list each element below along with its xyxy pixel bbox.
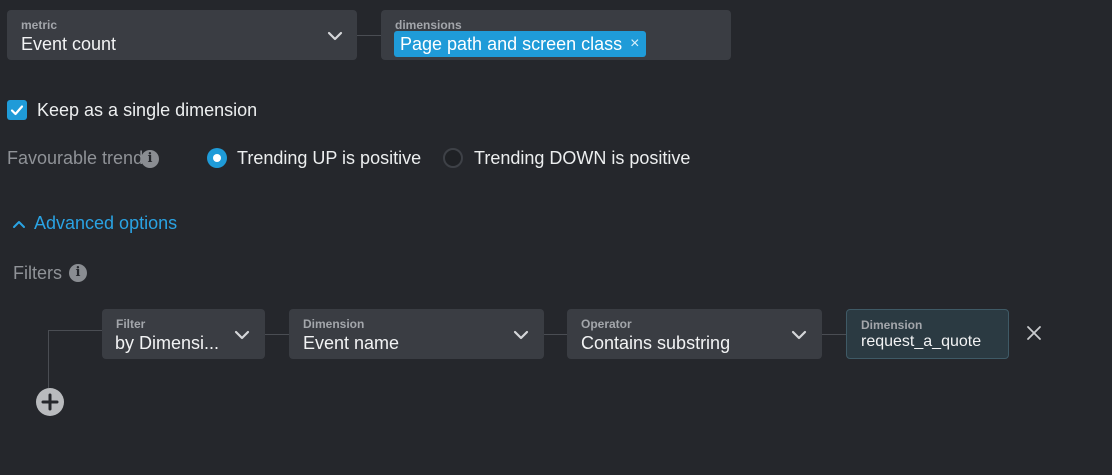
add-filter-button[interactable]: [36, 388, 64, 416]
filter-operator-label: Operator: [581, 317, 632, 331]
filter-type-value: by Dimensi...: [115, 333, 220, 353]
chevron-down-icon: [513, 330, 529, 340]
close-icon[interactable]: [1026, 325, 1042, 341]
chip-remove-icon[interactable]: ×: [630, 35, 639, 53]
filter-dimension-label: Dimension: [303, 317, 365, 331]
keep-single-label[interactable]: Keep as a single dimension: [37, 100, 257, 121]
plus-icon: [41, 393, 59, 411]
chevron-down-icon: [791, 330, 807, 340]
connector-line: [822, 334, 846, 335]
trend-up-radio[interactable]: [207, 148, 227, 168]
chevron-down-icon: [234, 330, 250, 340]
filter-type-dropdown[interactable]: Filter by Dimensi...: [102, 309, 265, 359]
filter-tree-vertical: [48, 330, 49, 388]
dimension-chip-label: Page path and screen class: [400, 33, 623, 54]
filter-type-label: Filter: [116, 317, 146, 331]
chevron-up-icon: [13, 221, 25, 228]
advanced-options-label: Advanced options: [34, 213, 178, 233]
trend-up-label[interactable]: Trending UP is positive: [237, 148, 421, 169]
filter-value-label: Dimension: [861, 318, 923, 332]
connector-line: [544, 334, 567, 335]
filters-label: Filters: [13, 263, 62, 283]
connector-line: [265, 334, 289, 335]
filter-operator-value: Contains substring: [581, 333, 731, 353]
filter-value-input[interactable]: [861, 333, 1001, 351]
dimensions-label: dimensions: [395, 18, 462, 32]
metric-value: Event count: [21, 34, 117, 54]
advanced-options-toggle[interactable]: Advanced options: [10, 211, 180, 235]
filter-operator-dropdown[interactable]: Operator Contains substring: [567, 309, 822, 359]
trend-down-label[interactable]: Trending DOWN is positive: [474, 148, 690, 169]
info-icon[interactable]: i: [141, 150, 159, 168]
filter-tree-horizontal: [48, 330, 102, 331]
dimensions-field[interactable]: dimensions Page path and screen class ×: [381, 10, 731, 60]
filter-value-field[interactable]: Dimension: [846, 309, 1009, 359]
trend-down-radio[interactable]: [443, 148, 463, 168]
trend-label: Favourable trend: [7, 148, 144, 168]
checkmark-icon: [10, 105, 24, 116]
chevron-down-icon: [327, 31, 343, 41]
metric-dropdown[interactable]: metric Event count: [7, 10, 357, 60]
filters-info-icon[interactable]: i: [69, 264, 87, 282]
connector-line: [357, 35, 381, 36]
keep-single-checkbox[interactable]: [7, 100, 27, 120]
dimension-chip: Page path and screen class ×: [394, 31, 646, 57]
filter-dimension-dropdown[interactable]: Dimension Event name: [289, 309, 544, 359]
filter-dimension-value: Event name: [303, 333, 400, 353]
metric-label: metric: [21, 18, 58, 32]
